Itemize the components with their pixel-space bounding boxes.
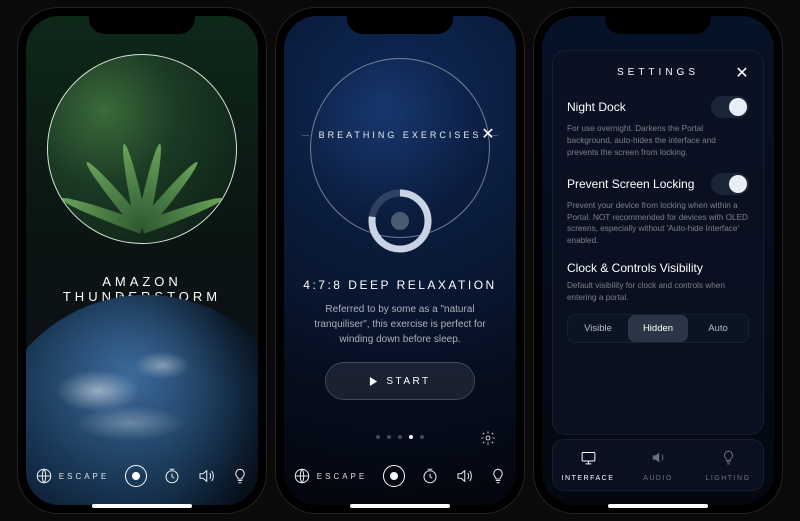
portal-screen: AMAZON THUNDERSTORM BRAZIL ESCAPE xyxy=(26,16,258,505)
focus-button[interactable] xyxy=(383,465,405,487)
volume-icon[interactable] xyxy=(197,467,215,485)
audio-icon xyxy=(650,449,667,471)
tab-audio[interactable]: AUDIO xyxy=(623,440,693,490)
timer-icon[interactable] xyxy=(163,467,181,485)
modal-title: BREATHING EXERCISES xyxy=(309,130,492,140)
home-indicator[interactable] xyxy=(608,504,708,508)
setting-prevent-lock: Prevent Screen Locking Prevent your devi… xyxy=(567,173,749,248)
tab-label: INTERFACE xyxy=(562,475,615,482)
start-label: START xyxy=(386,376,430,387)
interface-icon xyxy=(580,449,597,471)
bulb-icon[interactable] xyxy=(231,467,249,485)
toggle-prevent-lock[interactable] xyxy=(711,173,749,195)
segment-clock-visibility[interactable]: Visible Hidden Auto xyxy=(567,314,749,343)
tab-label: AUDIO xyxy=(643,475,673,482)
close-icon: ✕ xyxy=(735,63,748,83)
modal-header: BREATHING EXERCISES xyxy=(302,130,498,140)
notch xyxy=(605,8,711,34)
segment-option-hidden[interactable]: Hidden xyxy=(628,315,688,342)
notch xyxy=(347,8,453,34)
volume-icon[interactable] xyxy=(455,467,473,485)
gear-icon xyxy=(480,430,496,446)
segment-option-auto[interactable]: Auto xyxy=(688,315,748,342)
home-indicator[interactable] xyxy=(92,504,192,508)
exercise-title: 4:7:8 DEEP RELAXATION xyxy=(284,278,516,292)
exercise-description: Referred to by some as a "natural tranqu… xyxy=(310,302,490,347)
settings-tabbar: INTERFACE AUDIO LIGHTING xyxy=(552,439,764,491)
toggle-night-dock[interactable] xyxy=(711,96,749,118)
globe-icon xyxy=(293,467,311,485)
tab-lighting[interactable]: LIGHTING xyxy=(693,440,763,490)
timer-icon[interactable] xyxy=(421,467,439,485)
segment-option-visible[interactable]: Visible xyxy=(568,315,628,342)
play-icon xyxy=(369,377,378,386)
tab-interface[interactable]: INTERFACE xyxy=(553,440,623,490)
setting-title: Prevent Screen Locking xyxy=(567,177,694,191)
home-indicator[interactable] xyxy=(350,504,450,508)
setting-description: For use overnight. Darkens the Portal ba… xyxy=(567,123,749,159)
tab-label: LIGHTING xyxy=(705,475,750,482)
breathing-screen: BREATHING EXERCISES ✕ 4:7:8 DEEP RELAXAT… xyxy=(284,16,516,505)
setting-description: Default visibility for clock and control… xyxy=(567,280,749,304)
focus-button[interactable] xyxy=(125,465,147,487)
bulb-icon[interactable] xyxy=(489,467,507,485)
close-button[interactable]: ✕ xyxy=(733,64,751,82)
palm-illustration xyxy=(82,108,202,228)
setting-night-dock: Night Dock For use overnight. Darkens th… xyxy=(567,96,749,159)
settings-screen: SETTINGS ✕ Night Dock For use overnight.… xyxy=(542,16,774,505)
settings-panel: SETTINGS ✕ Night Dock For use overnight.… xyxy=(552,50,764,435)
setting-title: Clock & Controls Visibility xyxy=(567,261,703,275)
setting-title: Night Dock xyxy=(567,100,626,114)
close-icon: ✕ xyxy=(481,124,494,144)
notch xyxy=(89,8,195,34)
globe-icon xyxy=(35,467,53,485)
phone-amazon: AMAZON THUNDERSTORM BRAZIL ESCAPE xyxy=(18,8,266,513)
phone-breathing: BREATHING EXERCISES ✕ 4:7:8 DEEP RELAXAT… xyxy=(276,8,524,513)
panel-title: SETTINGS xyxy=(617,67,699,78)
portal-preview-circle[interactable] xyxy=(47,54,237,244)
settings-button[interactable] xyxy=(480,430,496,446)
setting-description: Prevent your device from locking when wi… xyxy=(567,200,749,248)
bottom-dock: ESCAPE xyxy=(26,465,258,487)
escape-label: ESCAPE xyxy=(59,472,109,481)
close-button[interactable]: ✕ xyxy=(478,124,498,144)
escape-button[interactable]: ESCAPE xyxy=(35,467,109,485)
breathing-progress-ring xyxy=(365,186,435,256)
escape-label: ESCAPE xyxy=(317,472,367,481)
phone-settings: SETTINGS ✕ Night Dock For use overnight.… xyxy=(534,8,782,513)
panel-header: SETTINGS ✕ xyxy=(567,67,749,78)
start-button[interactable]: START xyxy=(325,362,475,400)
escape-button[interactable]: ESCAPE xyxy=(293,467,367,485)
lighting-icon xyxy=(720,449,737,471)
setting-clock-visibility: Clock & Controls Visibility Default visi… xyxy=(567,261,749,343)
bottom-dock: ESCAPE xyxy=(284,465,516,487)
